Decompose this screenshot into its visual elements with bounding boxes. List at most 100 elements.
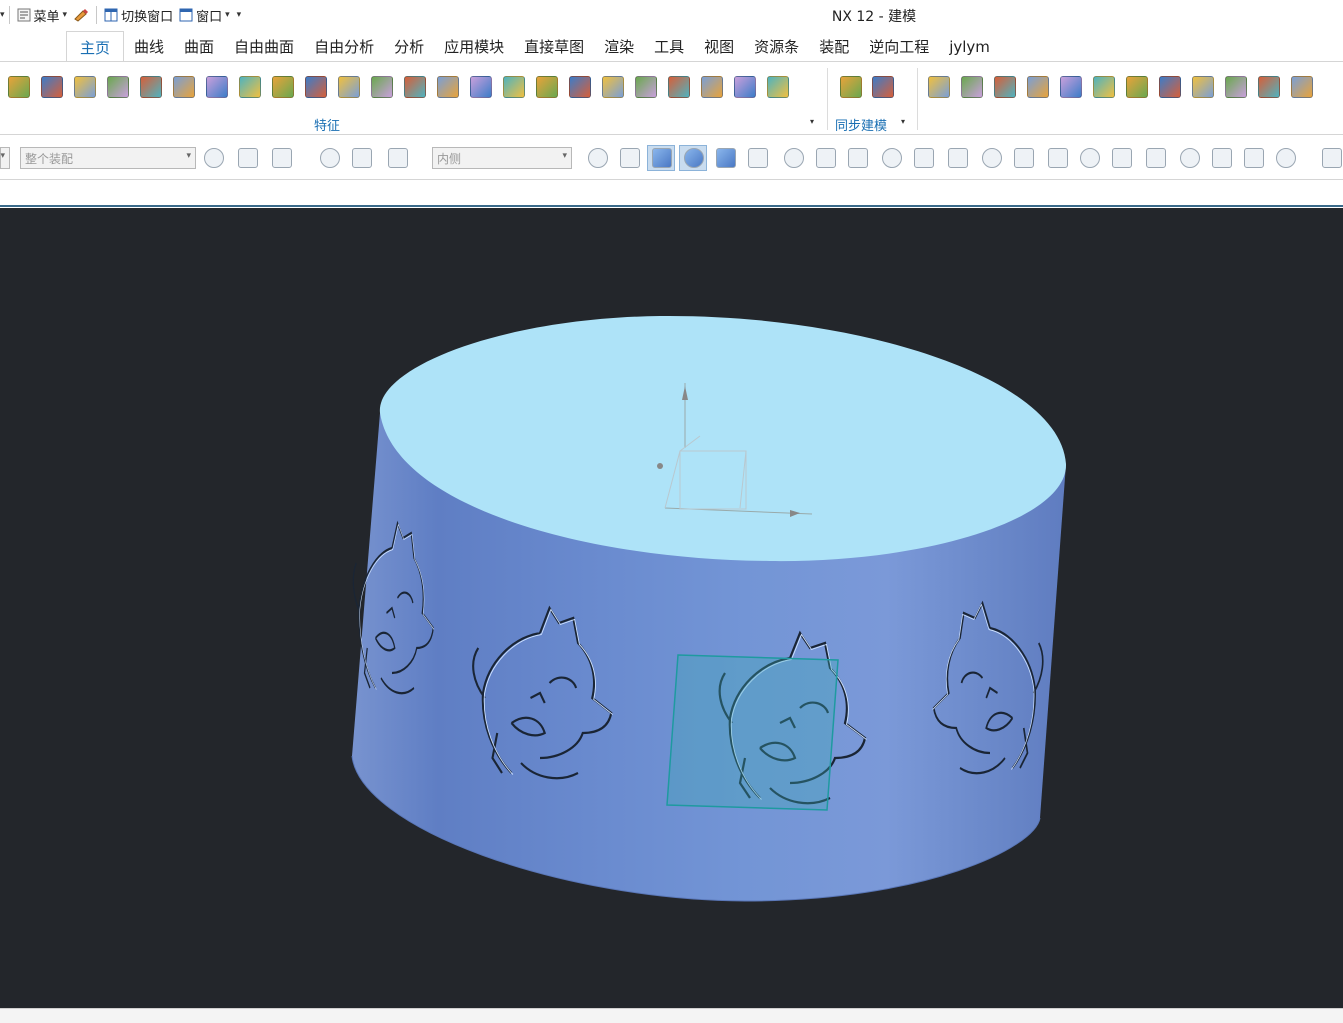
selection-tool-icon[interactable] [914, 148, 934, 168]
ribbon-command-icon[interactable] [1291, 76, 1313, 98]
ribbon-command-icon[interactable] [840, 76, 862, 98]
selection-tool-icon[interactable] [652, 148, 672, 168]
ribbon-command-icon[interactable] [404, 76, 426, 98]
selection-tool-icon[interactable] [320, 148, 340, 168]
ribbon-command-icon[interactable] [701, 76, 723, 98]
selection-tool-icon[interactable] [848, 148, 868, 168]
tab-assembly[interactable]: 装配 [809, 31, 859, 62]
tab-view[interactable]: 视图 [694, 31, 744, 62]
selection-tool-icon[interactable] [1048, 148, 1068, 168]
ribbon-command-icon[interactable] [41, 76, 63, 98]
ribbon-panel: 特征 ▾ 同步建模 ▾ [0, 62, 1343, 135]
face-rule-combo[interactable]: 内侧 ▾ [432, 147, 572, 169]
tab-freeform-surface[interactable]: 自由曲面 [224, 31, 304, 62]
ribbon-command-icon[interactable] [470, 76, 492, 98]
selection-tool-icon[interactable] [620, 148, 640, 168]
ribbon-command-icon[interactable] [602, 76, 624, 98]
selection-tool-icon[interactable] [784, 148, 804, 168]
selection-tool-icon[interactable] [716, 148, 736, 168]
customize-caret[interactable]: ▾ [237, 10, 242, 20]
selection-tool-icon[interactable] [748, 148, 768, 168]
tab-curve[interactable]: 曲线 [124, 31, 174, 62]
tab-home[interactable]: 主页 [66, 31, 125, 62]
selection-tool-icon[interactable] [1080, 148, 1100, 168]
ribbon-command-icon[interactable] [961, 76, 983, 98]
group-label-synchronous-modeling: 同步建模 [835, 119, 888, 134]
ribbon-command-icon[interactable] [668, 76, 690, 98]
selection-tool-icon[interactable] [238, 148, 258, 168]
ribbon-command-icon[interactable] [635, 76, 657, 98]
ribbon-command-icon[interactable] [569, 76, 591, 98]
selection-tool-icon[interactable] [1244, 148, 1264, 168]
selection-tool-icon[interactable] [948, 148, 968, 168]
ribbon-command-icon[interactable] [437, 76, 459, 98]
ribbon-command-icon[interactable] [239, 76, 261, 98]
ribbon-command-icon[interactable] [74, 76, 96, 98]
selection-tool-icon[interactable] [684, 148, 704, 168]
ribbon-command-icon[interactable] [305, 76, 327, 98]
ribbon-command-icon[interactable] [173, 76, 195, 98]
switch-window-icon [104, 8, 118, 22]
ribbon-command-icon[interactable] [1027, 76, 1049, 98]
type-filter-combo[interactable]: ▾ [0, 147, 10, 169]
features-group-caret[interactable]: ▾ [810, 117, 814, 126]
tab-surface[interactable]: 曲面 [174, 31, 224, 62]
graphics-viewport[interactable] [0, 208, 1343, 1008]
selection-tool-icon[interactable] [1322, 148, 1342, 168]
selection-tool-icon[interactable] [882, 148, 902, 168]
selection-tool-icon[interactable] [1014, 148, 1034, 168]
ribbon-command-icon[interactable] [1159, 76, 1181, 98]
tab-tools[interactable]: 工具 [644, 31, 694, 62]
ribbon-command-icon[interactable] [1258, 76, 1280, 98]
ribbon-command-icon[interactable] [338, 76, 360, 98]
selection-tool-icon[interactable] [272, 148, 292, 168]
ribbon-command-icon[interactable] [1126, 76, 1148, 98]
tab-analysis[interactable]: 分析 [384, 31, 434, 62]
window-menu-button[interactable]: 窗口 ▾ [176, 4, 233, 26]
tab-jylym[interactable]: jylym [939, 31, 1000, 62]
selection-tool-icon[interactable] [1212, 148, 1232, 168]
tab-reverse-engineering[interactable]: 逆向工程 [859, 31, 939, 62]
selection-tool-icon[interactable] [588, 148, 608, 168]
selection-tool-icon[interactable] [352, 148, 372, 168]
selection-tool-icon[interactable] [1180, 148, 1200, 168]
ribbon-command-icon[interactable] [503, 76, 525, 98]
selection-scope-combo[interactable]: 整个装配 ▾ [20, 147, 196, 169]
ribbon-command-icon[interactable] [994, 76, 1016, 98]
ribbon-command-icon[interactable] [1225, 76, 1247, 98]
ribbon-command-icon[interactable] [767, 76, 789, 98]
selection-tool-icon[interactable] [816, 148, 836, 168]
edit-object-button[interactable] [70, 4, 92, 26]
ribbon-command-icon[interactable] [1060, 76, 1082, 98]
ribbon-command-icon[interactable] [140, 76, 162, 98]
ribbon-tabs: 主页 曲线 曲面 自由曲面 自由分析 分析 应用模块 直接草图 渲染 工具 视图… [0, 31, 1343, 62]
selection-tool-icon[interactable] [1112, 148, 1132, 168]
selection-tool-icon[interactable] [388, 148, 408, 168]
tab-resource-bar[interactable]: 资源条 [744, 31, 809, 62]
switch-window-button[interactable]: 切换窗口 [101, 4, 176, 26]
tab-freeform-analysis[interactable]: 自由分析 [304, 31, 384, 62]
tab-render[interactable]: 渲染 [594, 31, 644, 62]
status-bar [0, 1008, 1343, 1023]
selection-tool-icon[interactable] [204, 148, 224, 168]
ribbon-command-icon[interactable] [1192, 76, 1214, 98]
ribbon-command-icon[interactable] [734, 76, 756, 98]
ribbon-command-icon[interactable] [872, 76, 894, 98]
selection-tool-icon[interactable] [982, 148, 1002, 168]
tab-applications[interactable]: 应用模块 [434, 31, 514, 62]
selection-tool-icon[interactable] [1276, 148, 1296, 168]
ribbon-command-icon[interactable] [206, 76, 228, 98]
ribbon-command-icon[interactable] [272, 76, 294, 98]
tab-direct-sketch[interactable]: 直接草图 [514, 31, 594, 62]
pencil-eraser-icon [74, 9, 89, 22]
menu-button[interactable]: 菜单 ▾ [14, 4, 71, 26]
ribbon-command-icon[interactable] [928, 76, 950, 98]
ribbon-command-icon[interactable] [536, 76, 558, 98]
ribbon-command-icon[interactable] [8, 76, 30, 98]
selection-tool-icon[interactable] [1146, 148, 1166, 168]
sync-group-caret[interactable]: ▾ [901, 117, 905, 126]
quick-access-caret[interactable]: ▾ [0, 10, 5, 20]
ribbon-command-icon[interactable] [107, 76, 129, 98]
ribbon-command-icon[interactable] [371, 76, 393, 98]
ribbon-command-icon[interactable] [1093, 76, 1115, 98]
